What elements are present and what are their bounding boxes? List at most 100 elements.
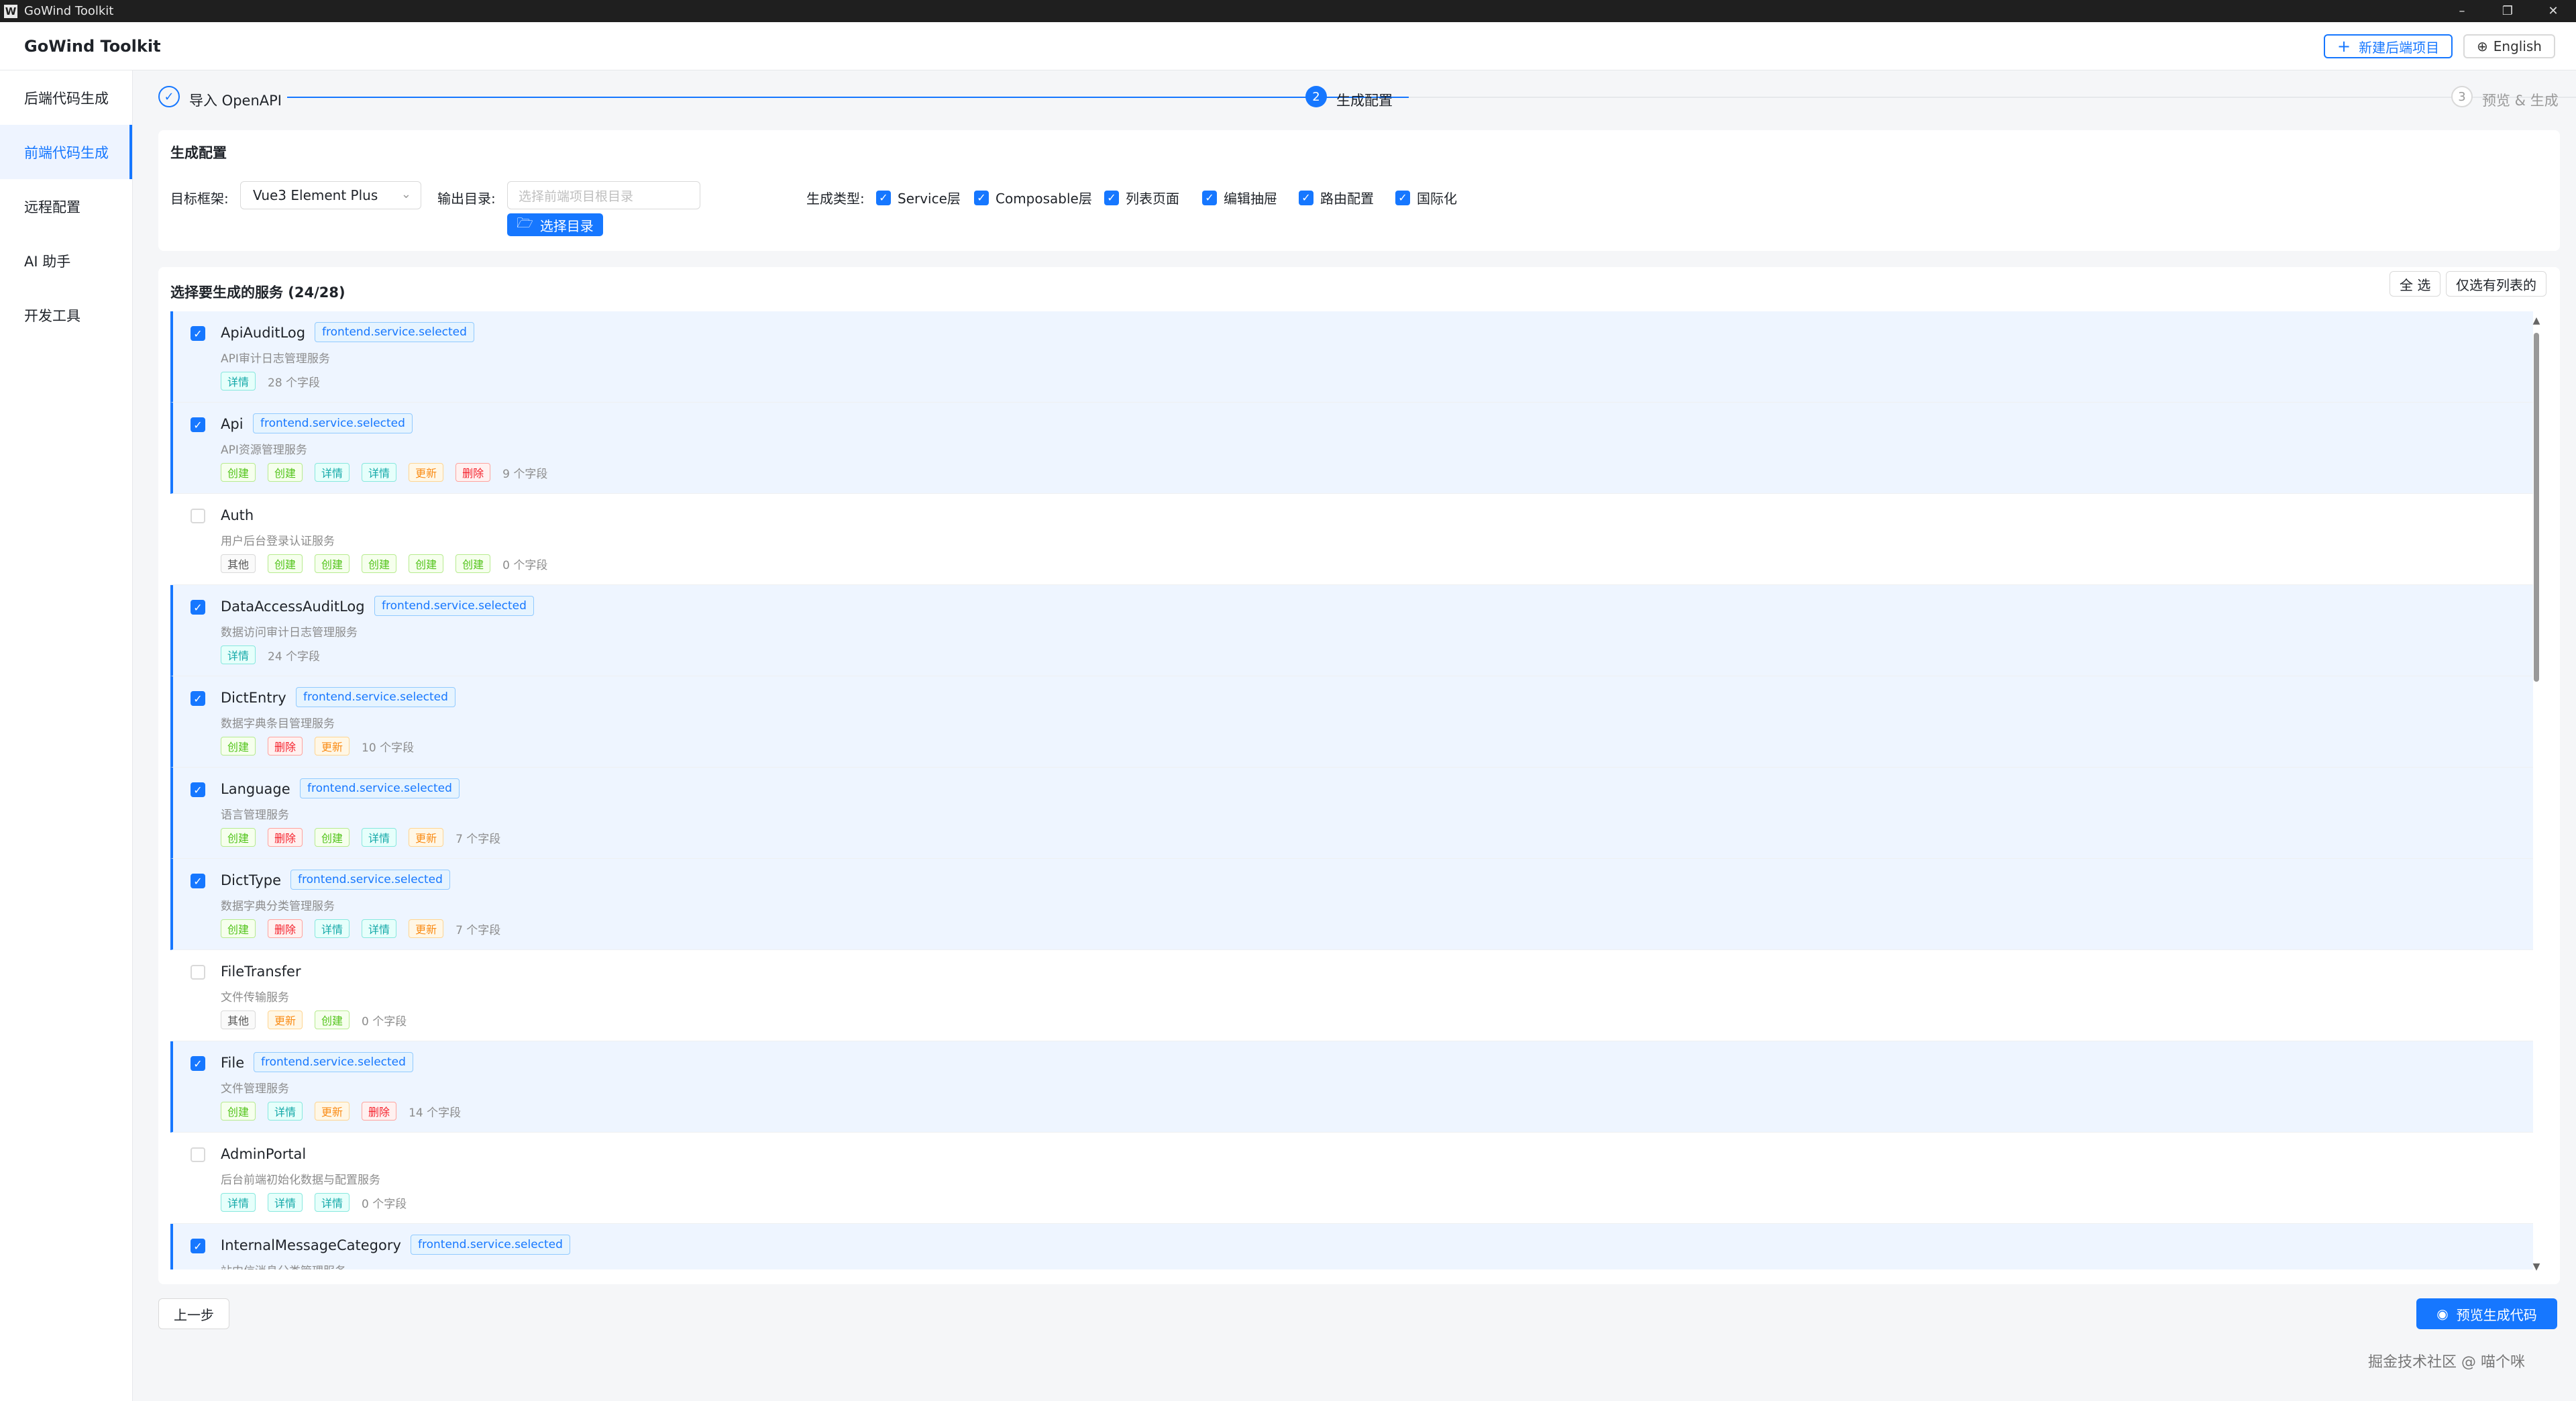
service-row[interactable]: ✓ DataAccessAuditLog frontend.service.sele… — [170, 585, 2533, 709]
method-tag-create: 创建 — [362, 554, 397, 573]
service-row[interactable]: ✓Filefrontend.service.selected文件管理服务列表创建… — [170, 1041, 2533, 1165]
output-dir-input[interactable]: 选择前端项目根目录 — [507, 181, 700, 209]
field-count: 24 个字段 — [268, 650, 321, 664]
gen-type-label: 生成类型: — [806, 191, 865, 207]
checkbox-unchecked-icon[interactable] — [191, 965, 205, 980]
field-count: 0 个字段 — [502, 558, 548, 572]
service-tags: 列表详情28 个字段 — [221, 372, 2533, 435]
previous-step-button[interactable]: 上一步 — [158, 1298, 229, 1329]
framework-select[interactable]: Vue3 Element Plus ⌄ — [240, 181, 421, 209]
plus-icon: + — [2337, 37, 2351, 56]
gen-type-service[interactable]: ✓ Service层 — [876, 188, 961, 207]
service-row[interactable]: ✓ InternalMessageCategory frontend.service… — [170, 1224, 2533, 1269]
gen-type-option-label: Service层 — [898, 191, 961, 207]
selected-badge: frontend.service.selected — [411, 1235, 570, 1255]
checkbox-checked-icon[interactable]: ✓ — [1202, 190, 1217, 205]
language-label: English — [2493, 38, 2542, 54]
checkbox-checked-icon[interactable]: ✓ — [1395, 190, 1410, 205]
service-tags: 列表创建删除创建详情更新7 个字段 — [221, 828, 2533, 891]
preview-code-button[interactable]: ◉ 预览生成代码 — [2416, 1298, 2557, 1329]
method-tag-detail: 详情 — [362, 463, 397, 482]
checkbox-checked-icon[interactable]: ✓ — [1104, 190, 1119, 205]
sidebar-item-dev-tools[interactable]: 开发工具 — [0, 288, 132, 342]
maximize-icon[interactable]: ❐ — [2485, 0, 2530, 22]
checkbox-checked-icon[interactable]: ✓ — [191, 782, 205, 797]
method-tag-create: 创建 — [221, 1102, 256, 1121]
service-tags: 列表创建删除列表更新10 个字段 — [221, 737, 2533, 800]
service-row[interactable]: Auth 用户后台登录认证服务 其他 创建 创建 创建 创建 创建 0 个字段 — [170, 494, 2533, 585]
method-tag-detail: 详情 — [268, 1193, 303, 1212]
service-description: 用户后台登录认证服务 — [221, 535, 335, 548]
checkbox-checked-icon[interactable]: ✓ — [191, 1056, 205, 1071]
checkbox-checked-icon[interactable]: ✓ — [191, 417, 205, 432]
sidebar-item-backend-codegen[interactable]: 后端代码生成 — [0, 70, 132, 125]
service-description: 后台前端初始化数据与配置服务 — [221, 1174, 380, 1187]
sidebar-item-remote-config[interactable]: 远程配置 — [0, 179, 132, 234]
checkbox-unchecked-icon[interactable] — [191, 509, 205, 523]
select-only-list-button[interactable]: 仅选有列表的 — [2446, 271, 2546, 297]
window-titlebar: W GoWind Toolkit – ❐ ✕ — [0, 0, 2576, 22]
service-row[interactable]: AdminPortal 后台前端初始化数据与配置服务 详情 详情 详情 0 个字段 — [170, 1133, 2533, 1224]
minimize-icon[interactable]: – — [2439, 0, 2485, 22]
method-tag-other: 其他 — [221, 554, 256, 573]
scroll-up-arrow-icon[interactable]: ▲ — [2532, 315, 2541, 326]
gen-type-router[interactable]: ✓ 路由配置 — [1299, 188, 1374, 207]
service-row[interactable]: ✓ DictType frontend.service.selected 数据字典分类… — [170, 859, 2533, 982]
select-all-button[interactable]: 全 选 — [2390, 271, 2441, 297]
services-scrollbar[interactable]: ▲ ▼ — [2532, 315, 2541, 1275]
service-description: 站内信消息分类管理服务 — [221, 1261, 346, 1269]
service-description: API资源管理服务 — [221, 444, 307, 457]
gen-type-list-page[interactable]: ✓ 列表页面 — [1104, 188, 1179, 207]
service-description: 语言管理服务 — [221, 809, 289, 822]
close-icon[interactable]: ✕ — [2530, 0, 2576, 22]
service-row[interactable]: FileTransfer 文件传输服务 其他 更新 创建 0 个字段 — [170, 950, 2533, 1041]
scroll-down-arrow-icon[interactable]: ▼ — [2532, 1261, 2541, 1272]
method-tag-create: 创建 — [268, 463, 303, 482]
checkbox-checked-icon[interactable]: ✓ — [1299, 190, 1313, 205]
service-description: API审计日志管理服务 — [221, 352, 330, 366]
service-name: DictEntry — [221, 690, 286, 706]
sidebar-item-label: 远程配置 — [24, 199, 80, 215]
checkbox-checked-icon[interactable]: ✓ — [191, 326, 205, 341]
method-tag-create: 创建 — [315, 828, 350, 847]
sidebar-item-frontend-codegen[interactable]: 前端代码生成 — [0, 125, 132, 179]
gen-type-option-label: Composable层 — [996, 191, 1092, 207]
step-2-label: 生成配置 — [1336, 93, 1393, 109]
checkbox-checked-icon[interactable]: ✓ — [191, 874, 205, 888]
service-row[interactable]: ✓ Language frontend.service.selected 语言管理服务… — [170, 768, 2533, 891]
app-header: GoWind Toolkit + 新建后端项目 ⊕ English — [0, 22, 2576, 70]
service-row[interactable]: ✓ ApiAuditLog frontend.service.selected API… — [170, 311, 2533, 435]
method-tag-create: 创建 — [315, 1010, 350, 1029]
choose-dir-button[interactable]: 🗁 选择目录 — [507, 213, 603, 236]
service-row[interactable]: ✓ DictEntry frontend.service.selected 数据字典条… — [170, 676, 2533, 800]
new-backend-project-label: 新建后端项目 — [2359, 39, 2440, 56]
method-tag-detail: 详情 — [315, 1193, 350, 1212]
checkbox-unchecked-icon[interactable] — [191, 1147, 205, 1162]
selected-badge: frontend.service.selected — [300, 778, 460, 798]
method-tag-detail: 详情 — [221, 1193, 256, 1212]
preview-code-label: 预览生成代码 — [2456, 1306, 2537, 1323]
service-tags: 列表创建删除详情详情更新7 个字段 — [221, 919, 2533, 982]
selected-badge: frontend.service.selected — [296, 687, 455, 707]
new-backend-project-button[interactable]: + 新建后端项目 — [2324, 34, 2453, 58]
service-row[interactable]: ✓Apifrontend.service.selectedAPI资源管理服务列表… — [170, 403, 2533, 526]
output-dir-placeholder: 选择前端项目根目录 — [519, 189, 634, 204]
service-name: DictType — [221, 872, 282, 888]
sidebar-item-label: 开发工具 — [24, 307, 80, 324]
field-count: 10 个字段 — [362, 741, 415, 755]
checkbox-checked-icon[interactable]: ✓ — [974, 190, 989, 205]
step-3-label: 预览 & 生成 — [2482, 93, 2559, 109]
gen-type-composable[interactable]: ✓ Composable层 — [974, 188, 1092, 207]
checkbox-checked-icon[interactable]: ✓ — [191, 1239, 205, 1253]
checkbox-checked-icon[interactable]: ✓ — [876, 190, 891, 205]
scrollbar-thumb[interactable] — [2534, 333, 2539, 682]
sidebar-item-ai-assistant[interactable]: AI 助手 — [0, 234, 132, 288]
service-name: DataAccessAuditLog — [221, 599, 365, 615]
method-tag-create: 创建 — [315, 554, 350, 573]
checkbox-checked-icon[interactable]: ✓ — [191, 691, 205, 706]
gen-type-i18n[interactable]: ✓ 国际化 — [1395, 188, 1457, 207]
checkbox-checked-icon[interactable]: ✓ — [191, 600, 205, 615]
language-switch-button[interactable]: ⊕ English — [2463, 34, 2555, 58]
gen-type-edit-drawer[interactable]: ✓ 编辑抽屉 — [1202, 188, 1277, 207]
app-logo-icon: W — [4, 4, 17, 18]
